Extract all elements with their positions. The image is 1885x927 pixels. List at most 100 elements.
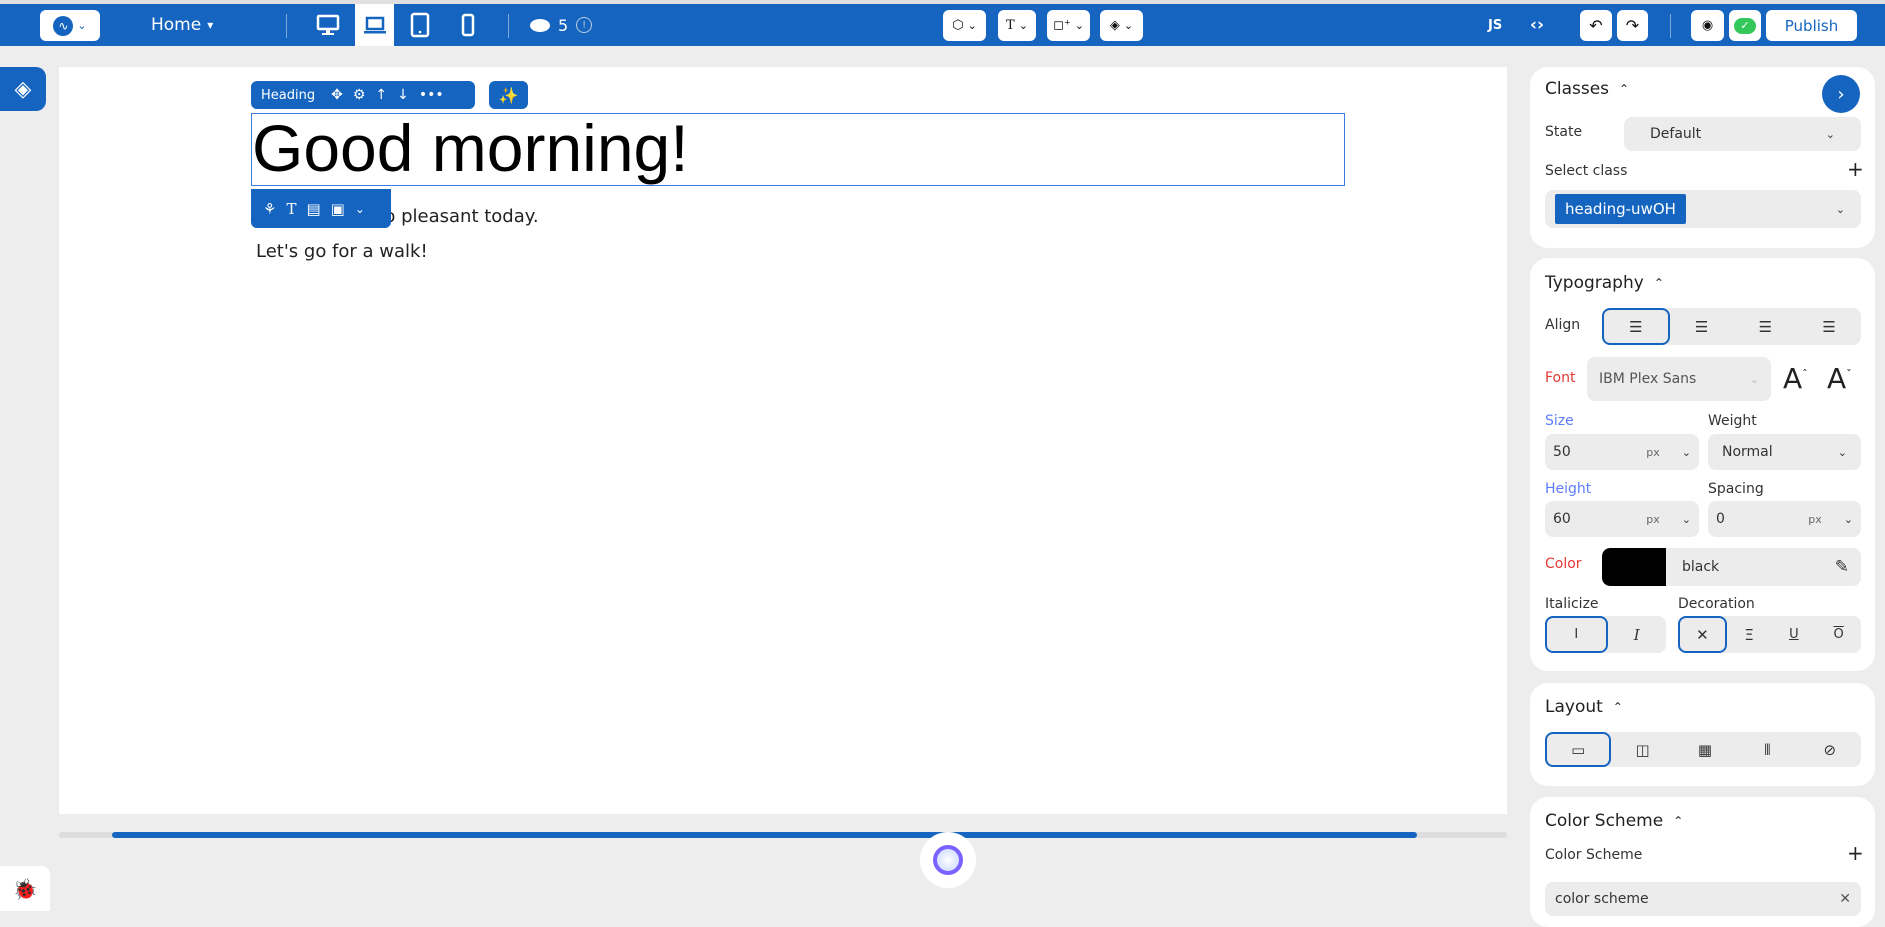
- chevron-down-icon[interactable]: ⌄: [1682, 513, 1691, 526]
- display-columns-button[interactable]: ⫴: [1736, 732, 1798, 767]
- color-scheme-title: Color Scheme: [1545, 811, 1664, 831]
- weight-label: Weight: [1708, 413, 1757, 429]
- line-height-input[interactable]: 60 px ⌄: [1545, 501, 1699, 537]
- magic-wand-icon: ✨: [498, 85, 519, 105]
- tree-icon[interactable]: ⚘: [263, 200, 276, 218]
- layout-header[interactable]: Layout ⌃: [1545, 697, 1623, 717]
- more-icon[interactable]: •••: [419, 87, 444, 103]
- text-icon[interactable]: T: [286, 200, 296, 218]
- display-block-button[interactable]: ▭: [1545, 732, 1612, 767]
- save-status-button[interactable]: ✓: [1729, 10, 1761, 41]
- add-element-menu-button[interactable]: ◻⁺ ⌄: [1047, 10, 1090, 41]
- heading-element[interactable]: Good morning!: [251, 112, 1345, 186]
- tablet-icon: [410, 12, 430, 38]
- color-input[interactable]: black ✎: [1602, 548, 1861, 586]
- size-unit[interactable]: px: [1646, 446, 1660, 459]
- display-grid-button[interactable]: ▦: [1674, 732, 1736, 767]
- eyedropper-icon[interactable]: ✎: [1835, 557, 1849, 577]
- heading-text[interactable]: Good morning!: [252, 112, 1344, 184]
- move-icon[interactable]: ✥: [331, 87, 343, 103]
- redo-button[interactable]: ↷: [1617, 10, 1648, 41]
- class-chip[interactable]: heading-uwOH: [1555, 194, 1686, 224]
- add-class-button[interactable]: +: [1847, 157, 1864, 181]
- js-button[interactable]: JS: [1488, 12, 1502, 38]
- italicize-label: Italicize: [1545, 596, 1599, 612]
- publish-button[interactable]: Publish: [1766, 10, 1857, 41]
- mobile-view-button[interactable]: [458, 12, 478, 38]
- underline-icon: U: [1789, 627, 1799, 642]
- page-select[interactable]: Home ▾: [151, 10, 213, 40]
- canvas[interactable]: Heading ✥ ⚙ ↑ ↓ ••• ✨ Good morning! ⚘ T …: [59, 67, 1507, 814]
- arrow-down-icon[interactable]: ↓: [397, 87, 409, 103]
- line-height-value[interactable]: 60: [1553, 511, 1646, 527]
- ai-assistant-button[interactable]: [920, 832, 976, 888]
- overline-button[interactable]: O: [1816, 616, 1861, 653]
- line-height-unit[interactable]: px: [1646, 513, 1660, 526]
- color-swatch[interactable]: [1602, 548, 1666, 586]
- tablet-view-button[interactable]: [408, 12, 432, 38]
- display-none-button[interactable]: ⊘: [1799, 732, 1861, 767]
- components-menu-button[interactable]: ⬡ ⌄: [943, 10, 986, 41]
- layout-icon[interactable]: ▤: [306, 200, 320, 218]
- theme-menu-button[interactable]: ◈ ⌄: [1100, 10, 1143, 41]
- desktop-view-button[interactable]: [315, 12, 341, 38]
- chevron-down-icon[interactable]: ⌄: [355, 202, 365, 216]
- italic-button[interactable]: I: [1608, 616, 1667, 653]
- preview-button[interactable]: ◉: [1691, 10, 1724, 41]
- credits-indicator[interactable]: 5 !: [530, 12, 593, 38]
- color-scheme-value: color scheme: [1555, 891, 1649, 907]
- typography-header[interactable]: Typography ⌃: [1545, 273, 1664, 293]
- add-color-scheme-button[interactable]: +: [1847, 841, 1864, 865]
- code-button[interactable]: ‹›: [1530, 12, 1544, 38]
- align-right-button[interactable]: ☰: [1734, 308, 1798, 345]
- align-center-button[interactable]: ☰: [1670, 308, 1734, 345]
- paragraph-text[interactable]: so pleasant today.: [375, 206, 539, 227]
- text-menu-button[interactable]: T ⌄: [998, 10, 1036, 41]
- logo-menu-button[interactable]: ∿ ⌄: [40, 10, 100, 41]
- canvas-scrollbar[interactable]: [59, 832, 1507, 838]
- state-label: State: [1545, 124, 1583, 140]
- normal-style-button[interactable]: I: [1545, 616, 1608, 653]
- no-decoration-button[interactable]: ✕: [1678, 616, 1727, 653]
- strikethrough-button[interactable]: Ξ: [1727, 616, 1772, 653]
- decoration-group: ✕ Ξ U O: [1678, 616, 1861, 653]
- normal-text-icon: I: [1574, 627, 1579, 642]
- increase-font-button[interactable]: Aˆ: [1783, 362, 1808, 395]
- spacing-unit[interactable]: px: [1808, 513, 1822, 526]
- size-input[interactable]: 50 px ⌄: [1545, 434, 1699, 470]
- undo-button[interactable]: ↶: [1580, 10, 1612, 41]
- debug-button[interactable]: 🐞: [0, 866, 50, 911]
- underline-button[interactable]: U: [1772, 616, 1817, 653]
- collapse-panel-button[interactable]: ›: [1822, 75, 1860, 113]
- align-left-button[interactable]: ☰: [1602, 308, 1670, 345]
- cube-icon: ⬡: [952, 18, 964, 33]
- laptop-view-button[interactable]: [355, 4, 394, 46]
- arrow-up-icon[interactable]: ↑: [375, 87, 387, 103]
- classes-header[interactable]: Classes ⌃: [1545, 79, 1629, 99]
- grid-select-icon[interactable]: ▣: [331, 200, 345, 218]
- chevron-down-icon[interactable]: ⌄: [1844, 513, 1853, 526]
- spacing-value[interactable]: 0: [1716, 511, 1808, 527]
- chevron-down-icon[interactable]: ⌄: [1682, 446, 1691, 459]
- letter-spacing-input[interactable]: 0 px ⌄: [1708, 501, 1861, 537]
- block-icon: ▭: [1571, 740, 1586, 759]
- weight-select[interactable]: Normal ⌄: [1708, 434, 1861, 470]
- display-flex-button[interactable]: ◫: [1611, 732, 1673, 767]
- size-value[interactable]: 50: [1553, 444, 1646, 460]
- classes-title: Classes: [1545, 79, 1610, 99]
- layout-title: Layout: [1545, 697, 1603, 717]
- scrollbar-thumb[interactable]: [112, 832, 1417, 838]
- color-value[interactable]: black: [1666, 559, 1835, 575]
- clear-icon[interactable]: ✕: [1839, 891, 1851, 907]
- paragraph-text-2[interactable]: Let's go for a walk!: [256, 241, 428, 262]
- chevron-down-icon: ⌄: [1835, 202, 1845, 216]
- align-justify-button[interactable]: ☰: [1797, 308, 1861, 345]
- layers-button[interactable]: ◈: [0, 67, 46, 111]
- font-select[interactable]: IBM Plex Sans ⌄: [1587, 357, 1771, 401]
- settings-icon[interactable]: ⚙: [353, 87, 366, 103]
- state-select[interactable]: Default ⌄: [1624, 117, 1861, 151]
- class-select[interactable]: heading-uwOH ⌄: [1545, 190, 1861, 228]
- decrease-font-button[interactable]: Aˇ: [1827, 362, 1852, 395]
- ai-magic-button[interactable]: ✨: [489, 81, 528, 109]
- color-scheme-header[interactable]: Color Scheme ⌃: [1545, 811, 1683, 831]
